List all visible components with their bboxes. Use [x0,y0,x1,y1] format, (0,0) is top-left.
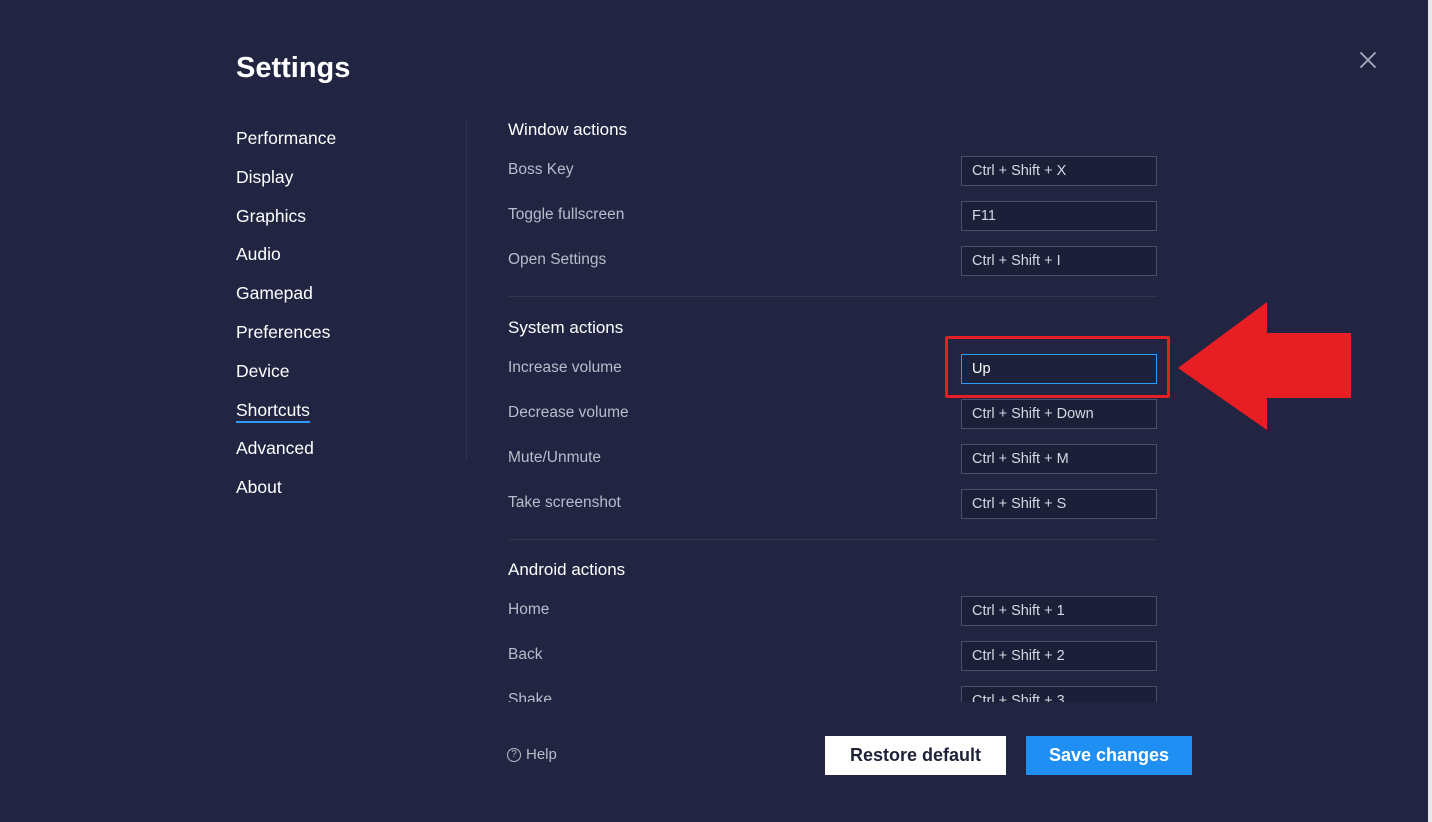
sidebar-divider [466,120,467,460]
sidebar-item-label: Device [236,360,290,381]
sidebar-item-label: Graphics [236,205,307,226]
sidebar-item-preferences[interactable]: Preferences [236,314,436,353]
sidebar-item-label: Advanced [236,438,314,459]
sidebar-item-label: Performance [236,128,337,148]
sidebar-item-audio[interactable]: Audio [236,236,436,275]
sidebar-item-performance[interactable]: Performance [236,120,436,159]
shortcut-label-toggle-fullscreen: Toggle fullscreen [508,206,625,223]
shortcut-input-back[interactable]: Ctrl + Shift + 2 [961,641,1157,671]
shortcut-label-take-screenshot: Take screenshot [508,494,621,511]
sidebar-item-gamepad[interactable]: Gamepad [236,275,436,314]
section-title-system: System actions [508,318,624,337]
section-divider [508,296,1157,297]
shortcut-input-toggle-fullscreen[interactable]: F11 [961,201,1157,231]
shortcut-label-decrease-volume: Decrease volume [508,404,629,421]
shortcuts-panel[interactable]: Window actions Boss Key Ctrl + Shift + X… [508,108,1158,702]
section-divider [508,539,1157,540]
sidebar-item-display[interactable]: Display [236,159,436,198]
sidebar-item-label: Display [236,166,294,187]
shortcut-input-boss-key[interactable]: Ctrl + Shift + X [961,156,1157,186]
window-edge [1428,0,1432,822]
shortcut-input-mute-unmute[interactable]: Ctrl + Shift + M [961,444,1157,474]
sidebar-item-shortcuts[interactable]: Shortcuts [236,392,436,431]
section-title-window: Window actions [508,120,628,139]
shortcut-input-open-settings[interactable]: Ctrl + Shift + I [961,246,1157,276]
sidebar-item-graphics[interactable]: Graphics [236,198,436,237]
arrow-left-icon [1178,302,1351,430]
annotation-highlight-box [945,336,1170,398]
settings-sidebar: Performance Display Graphics Audio Gamep… [236,120,436,508]
sidebar-item-label: Audio [236,244,281,265]
shortcut-input-decrease-volume[interactable]: Ctrl + Shift + Down [961,399,1157,429]
sidebar-item-about[interactable]: About [236,469,436,508]
help-label: Help [526,746,557,763]
sidebar-item-label: Shortcuts [236,400,310,423]
shortcut-input-take-screenshot[interactable]: Ctrl + Shift + S [961,489,1157,519]
shortcut-label-home: Home [508,601,550,618]
close-icon[interactable] [1356,48,1380,72]
sidebar-item-label: Gamepad [236,283,313,304]
shortcut-input-home[interactable]: Ctrl + Shift + 1 [961,596,1157,626]
shortcut-label-increase-volume: Increase volume [508,359,622,376]
sidebar-item-device[interactable]: Device [236,353,436,392]
sidebar-item-label: About [236,477,282,498]
save-changes-button[interactable]: Save changes [1026,736,1192,775]
shortcut-label-back: Back [508,646,543,663]
sidebar-item-label: Preferences [236,321,331,342]
restore-default-button[interactable]: Restore default [825,736,1006,775]
shortcut-label-mute-unmute: Mute/Unmute [508,449,602,466]
shortcut-label-open-settings: Open Settings [508,251,607,268]
sidebar-item-advanced[interactable]: Advanced [236,430,436,469]
section-title-android: Android actions [508,560,626,579]
shortcut-label-shake: Shake [508,691,552,702]
help-circle-icon: ? [507,747,521,762]
help-link[interactable]: ? Help [507,746,557,763]
page-title: Settings [236,52,351,84]
shortcut-input-shake[interactable]: Ctrl + Shift + 3 [961,686,1157,702]
shortcut-label-boss-key: Boss Key [508,161,574,178]
